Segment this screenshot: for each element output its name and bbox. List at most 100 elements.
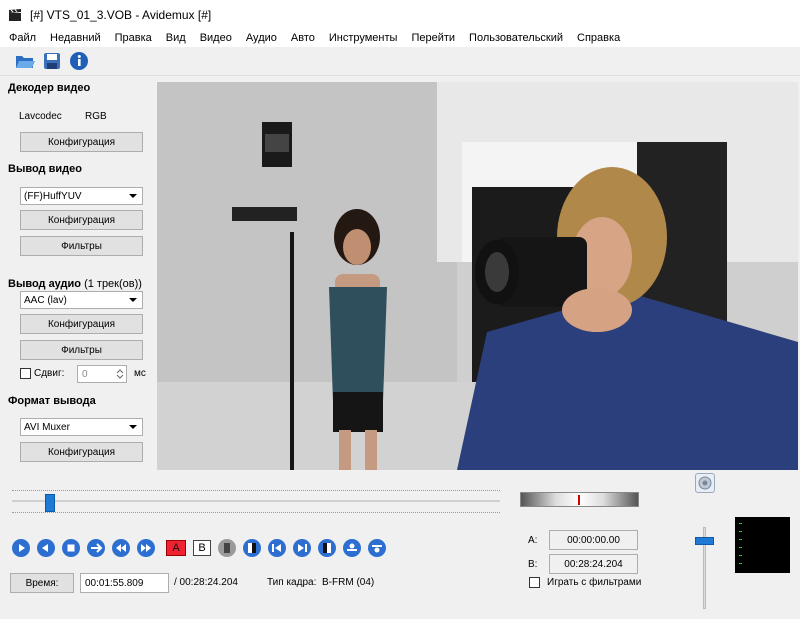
goto-last-icon <box>293 539 311 557</box>
menu-file[interactable]: Файл <box>2 32 43 44</box>
save-button[interactable] <box>41 50 63 72</box>
decoder-colorspace: RGB <box>85 111 107 122</box>
muxer-config-button[interactable]: Конфигурация <box>20 442 143 462</box>
goto-first-icon <box>268 539 286 557</box>
play-filtered-label: Играть с фильтрами <box>547 577 642 588</box>
jog-shuttle[interactable] <box>520 492 639 507</box>
video-filters-button[interactable]: Фильтры <box>20 236 143 256</box>
audio-toggle-button[interactable] <box>695 473 715 493</box>
info-button[interactable] <box>68 50 90 72</box>
prev-keyframe-button[interactable] <box>110 537 132 559</box>
frame-type-value: B-FRM (04) <box>322 577 375 588</box>
video-frame <box>157 82 798 470</box>
audio-codec-value: AAC (lav) <box>24 294 67 306</box>
menu-help[interactable]: Справка <box>570 32 627 44</box>
timeline-ticks-top <box>12 490 500 491</box>
volume-handle[interactable] <box>695 536 714 545</box>
stop-button[interactable] <box>60 537 82 559</box>
video-preview <box>157 82 798 470</box>
marker-a-label-text: A: <box>528 535 538 546</box>
goto-first-button[interactable] <box>266 537 288 559</box>
speaker-icon <box>698 476 712 490</box>
timeline-ticks-bottom <box>12 512 500 513</box>
menu-go[interactable]: Перейти <box>404 32 462 44</box>
next-cut-button[interactable] <box>366 537 388 559</box>
audio-output-title: Вывод аудио (1 трек(ов)) <box>8 278 142 290</box>
decoder-config-button[interactable]: Конфигурация <box>20 132 143 152</box>
prev-cut-button[interactable] <box>341 537 363 559</box>
shift-value: 0 <box>82 368 88 380</box>
shift-checkbox[interactable] <box>20 368 31 379</box>
set-marker-a-button[interactable]: A <box>164 537 188 559</box>
menu-auto[interactable]: Авто <box>284 32 322 44</box>
current-time-input[interactable]: 00:01:55.809 <box>80 573 169 593</box>
prev-cut-icon <box>343 539 361 557</box>
audio-meter <box>735 517 790 573</box>
audio-filters-button[interactable]: Фильтры <box>20 340 143 360</box>
spinner-arrows-icon <box>116 369 124 379</box>
volume-slider[interactable] <box>695 527 714 609</box>
next-frame-icon <box>87 539 105 557</box>
prev-black-icon <box>218 539 236 557</box>
rewind-button[interactable] <box>35 537 57 559</box>
chevron-down-icon <box>129 194 137 198</box>
time-button[interactable]: Время: <box>10 573 74 593</box>
play-button[interactable] <box>10 537 32 559</box>
timeline-handle[interactable] <box>45 494 56 512</box>
goto-marker-a-button[interactable] <box>241 537 263 559</box>
next-keyframe-icon <box>137 539 155 557</box>
video-config-button[interactable]: Конфигурация <box>20 210 143 230</box>
audio-config-button[interactable]: Конфигурация <box>20 314 143 334</box>
marker-a-time: 00:00:00.00 <box>549 530 638 550</box>
menu-video[interactable]: Видео <box>193 32 239 44</box>
menu-custom[interactable]: Пользовательский <box>462 32 570 44</box>
stop-icon <box>62 539 80 557</box>
output-format-title: Формат вывода <box>8 395 96 407</box>
marker-b-time: 00:28:24.204 <box>549 554 638 574</box>
play-filtered-checkbox[interactable] <box>529 577 540 588</box>
audio-codec-select[interactable]: AAC (lav) <box>20 291 143 309</box>
next-keyframe-button[interactable] <box>135 537 157 559</box>
goto-last-button[interactable] <box>291 537 313 559</box>
settings-panel: Декодер видео Lavcodec RGB Конфигурация … <box>0 76 155 471</box>
next-cut-icon <box>368 539 386 557</box>
clapperboard-icon <box>9 8 21 21</box>
timeline-slider[interactable] <box>8 486 500 516</box>
marker-b-label-text: B: <box>528 559 538 570</box>
menu-edit[interactable]: Правка <box>108 32 159 44</box>
decoder-title: Декодер видео <box>8 82 91 94</box>
next-frame-button[interactable] <box>85 537 107 559</box>
muxer-select[interactable]: AVI Muxer <box>20 418 143 436</box>
menu-tools[interactable]: Инструменты <box>322 32 405 44</box>
video-codec-value: (FF)HuffYUV <box>24 190 82 202</box>
menu-recent[interactable]: Недавний <box>43 32 108 44</box>
chevron-down-icon <box>129 425 137 429</box>
menu-audio[interactable]: Аудио <box>239 32 284 44</box>
jog-center-marker <box>578 495 580 505</box>
audio-output-label: Вывод аудио <box>8 278 81 290</box>
decoder-codec: Lavcodec <box>19 111 62 122</box>
prev-black-button[interactable] <box>216 537 238 559</box>
save-icon <box>44 53 60 69</box>
open-button[interactable] <box>14 50 36 72</box>
marker-b-label: B <box>193 540 211 556</box>
audio-track-count: (1 трек(ов)) <box>84 278 142 290</box>
open-icon <box>16 56 35 68</box>
timeline-groove <box>12 500 500 502</box>
marker-a-label: A <box>166 540 186 556</box>
title-bar: [#] VTS_01_3.VOB - Avidemux [#] <box>0 0 800 29</box>
goto-marker-b-button[interactable] <box>316 537 338 559</box>
video-output-title: Вывод видео <box>8 163 82 175</box>
shift-label: Сдвиг: <box>34 368 65 379</box>
play-icon <box>12 539 30 557</box>
toolbar <box>0 47 800 76</box>
chevron-down-icon <box>129 298 137 302</box>
prev-keyframe-icon <box>112 539 130 557</box>
video-codec-select[interactable]: (FF)HuffYUV <box>20 187 143 205</box>
menu-view[interactable]: Вид <box>159 32 193 44</box>
shift-spinbox[interactable]: 0 <box>77 365 127 383</box>
shift-unit: мс <box>134 368 146 379</box>
set-marker-b-button[interactable]: B <box>191 537 213 559</box>
rewind-icon <box>37 539 55 557</box>
goto-marker-b-icon <box>318 539 336 557</box>
